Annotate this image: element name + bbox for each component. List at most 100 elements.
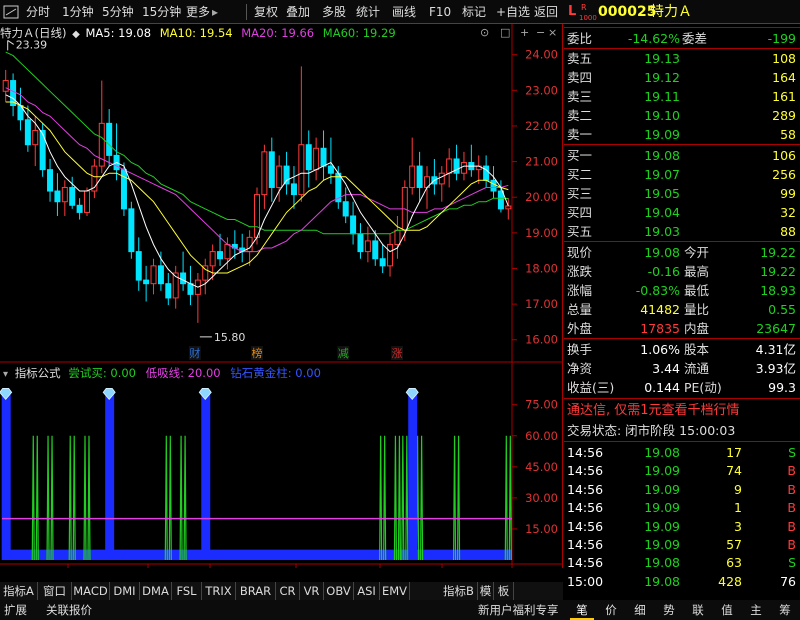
tick-time: 15:00 (567, 573, 604, 589)
toolbar-more[interactable]: 更多 (186, 0, 210, 24)
ask-row: 卖五 19.13 108 (564, 50, 800, 68)
ask-volume: 164 (772, 70, 796, 85)
indicator-title[interactable]: 指标公式 (15, 366, 61, 380)
app-icon[interactable] (2, 0, 22, 24)
diamond-column (1, 394, 11, 560)
chevron-down-icon[interactable]: ▾ (3, 369, 8, 380)
legend-low-line: 低吸线: 20.00 (145, 366, 221, 380)
add-icon[interactable]: + (520, 26, 529, 39)
fin-value: 3.93亿 (755, 361, 796, 376)
candle (305, 130, 312, 188)
l-badge: L (568, 4, 577, 19)
period-label: 日线 (526, 567, 549, 568)
toolbar-diejia[interactable]: 叠加 (286, 0, 310, 24)
new-user-promo[interactable]: 新用户福利专享 (478, 600, 559, 620)
chevron-icon[interactable]: ◆ (72, 29, 80, 40)
candle (416, 151, 423, 202)
status-expand[interactable]: 扩展 (4, 600, 27, 620)
candle (47, 158, 54, 202)
tab-vr[interactable]: VR (300, 582, 324, 600)
toolbar-duogu[interactable]: 多股 (322, 0, 346, 24)
stat-value: 19.22 (760, 245, 796, 260)
toolbar-f10[interactable]: F10 (429, 0, 451, 24)
price-tick: 19.00 (525, 226, 558, 240)
svg-text:涨: 涨 (392, 347, 403, 360)
stat-label: 现价 (567, 245, 593, 260)
toolbar-5min[interactable]: 5分钟 (102, 0, 134, 24)
bid-row: 买四 19.04 32 (564, 204, 800, 222)
tick-volume: 74 (726, 463, 742, 479)
stat-value: 19.08 (644, 245, 680, 260)
expand-icon[interactable]: □ (500, 26, 510, 39)
tab-brar[interactable]: BRAR (236, 582, 276, 600)
stat-value: -0.83% (635, 283, 680, 298)
try-buy-spike (68, 435, 76, 561)
toolbar-fenshi[interactable]: 分时 (26, 0, 50, 24)
tab-cr[interactable]: CR (276, 582, 300, 600)
event-marker: 榜 (251, 346, 263, 360)
status-related-quote[interactable]: 关联报价 (46, 600, 92, 620)
close-icon[interactable]: × (548, 26, 557, 39)
fin-label: 股本 (684, 342, 710, 357)
tab-dmi[interactable]: DMI (110, 582, 140, 600)
tick-price: 19.08 (644, 555, 680, 571)
ask-volume: 289 (772, 108, 796, 123)
candle (475, 155, 482, 184)
price-tick: 22.00 (525, 119, 558, 133)
tab-板[interactable]: 板 (494, 582, 514, 600)
toolbar-15min[interactable]: 15分钟 (142, 0, 181, 24)
tick-row: 14:56 19.08 63 S (564, 554, 800, 572)
tab-fsl[interactable]: FSL (172, 582, 202, 600)
tab-obv[interactable]: OBV (324, 582, 354, 600)
tick-row: 14:56 19.09 74 B (564, 462, 800, 480)
ask-price: 19.10 (644, 108, 680, 123)
tab-asi[interactable]: ASI (354, 582, 380, 600)
stat-value: 18.93 (760, 283, 796, 298)
svg-text:财: 财 (189, 346, 200, 360)
tick-volume: 428 (718, 573, 742, 589)
tab-macd[interactable]: MACD (72, 582, 110, 600)
settings-icon[interactable]: ⊙ (480, 26, 489, 39)
tick-side: B (787, 463, 796, 479)
tab-trix[interactable]: TRIX (202, 582, 236, 600)
tab-emv[interactable]: EMV (380, 582, 410, 600)
ask-price: 19.09 (644, 127, 680, 142)
price-tick: 21.00 (525, 155, 558, 169)
tick-row: 15:00 19.08 428 76 (564, 573, 800, 591)
legend-ma5: MA5: 19.08 (85, 26, 152, 40)
toolbar-back[interactable]: 返回 (534, 0, 558, 24)
legend-try-buy: 尝试买: 0.00 (68, 366, 136, 380)
tab-窗口[interactable]: 窗口 (38, 582, 72, 600)
toolbar-tongji[interactable]: 统计 (356, 0, 380, 24)
candle (10, 73, 17, 117)
stat-row: 现价 19.08 今开 19.22 (564, 244, 800, 262)
stat-value: 0.55 (768, 302, 796, 317)
toolbar-biaoji[interactable]: 标记 (462, 0, 486, 24)
ask-label: 卖二 (567, 108, 593, 123)
upgrade-ad[interactable]: 通达信, 仅需1元查看千档行情 (564, 401, 800, 421)
candle (409, 137, 416, 195)
finance-row: 换手 1.06% 股本 4.31亿 (564, 341, 800, 359)
toolbar-1min[interactable]: 1分钟 (62, 0, 94, 24)
fin-label: 换手 (567, 342, 593, 357)
tab-指标b[interactable]: 指标B (440, 582, 478, 600)
candle (194, 272, 201, 323)
time-month: 10 (151, 567, 166, 568)
toolbar-huaxian[interactable]: 画线 (392, 0, 416, 24)
candle (350, 201, 357, 245)
tab-模[interactable]: 模 (478, 582, 494, 600)
candle (180, 251, 187, 291)
price-tick: 20.00 (525, 190, 558, 204)
tab-dma[interactable]: DMA (140, 582, 172, 600)
candle (453, 144, 460, 181)
ask-label: 卖三 (567, 89, 593, 104)
toolbar-add-favorite[interactable]: +自选 (496, 0, 530, 24)
price-chart[interactable]: 24.00 23.00 22.00 21.00 20.00 19.00 18.00 17.00… (0, 24, 563, 568)
stat-row: 外盘 17835 内盘 23647 (564, 320, 800, 338)
tab-指标a[interactable]: 指标A (0, 582, 38, 600)
kline-chart-area[interactable]: 24.00 23.00 22.00 21.00 20.00 19.00 18.00 17.00… (0, 24, 563, 568)
minus-icon[interactable]: − (536, 26, 545, 39)
ask-label: 卖四 (567, 70, 593, 85)
toolbar-fuquan[interactable]: 复权 (254, 0, 278, 24)
candle (394, 215, 401, 259)
